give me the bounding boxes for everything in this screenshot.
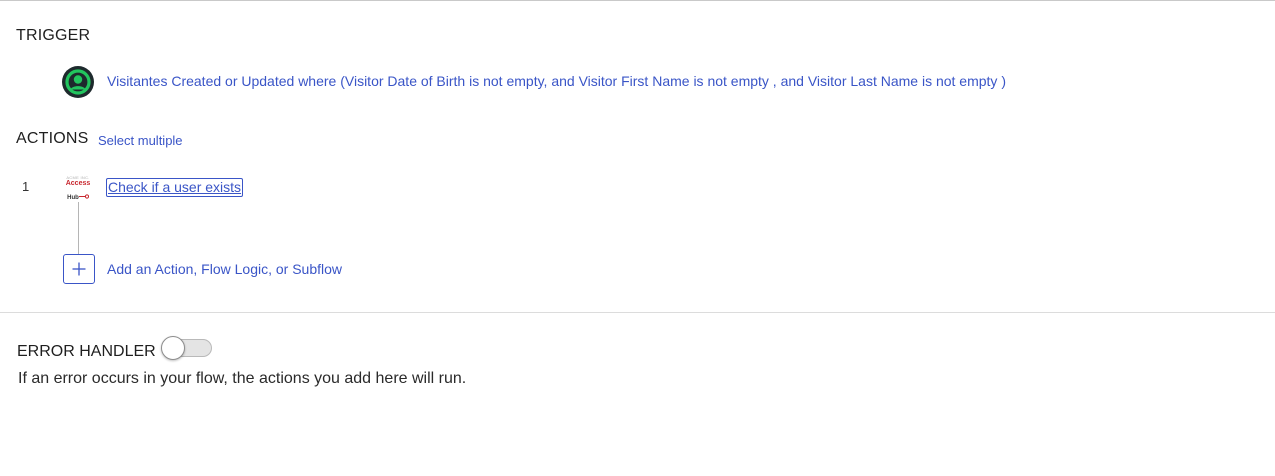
- add-action-link[interactable]: Add an Action, Flow Logic, or Subflow: [107, 261, 342, 277]
- error-handler-toggle[interactable]: [161, 336, 212, 360]
- access-hub-logo-icon: ACME INC. Access Hub: [63, 176, 93, 202]
- person-circle-icon: [62, 66, 94, 98]
- error-handler-heading: ERROR HANDLER: [17, 343, 156, 360]
- toggle-knob: [161, 336, 185, 360]
- add-action-button[interactable]: [63, 254, 95, 284]
- top-divider: [0, 0, 1275, 1]
- error-handler-description: If an error occurs in your flow, the act…: [18, 370, 467, 387]
- trigger-summary-link[interactable]: Visitantes Created or Updated where (Vis…: [107, 73, 1006, 89]
- logo-key-icon: [78, 194, 89, 199]
- flow-connector-line: [78, 202, 79, 254]
- select-multiple-link[interactable]: Select multiple: [98, 133, 183, 148]
- logo-access-text: Access: [65, 180, 91, 187]
- action-step-number: 1: [22, 179, 30, 194]
- actions-heading: ACTIONS: [16, 130, 89, 147]
- action-check-user-exists[interactable]: Check if a user exists: [106, 178, 244, 197]
- plus-icon: [72, 262, 86, 276]
- logo-hub-text: Hub: [67, 195, 79, 201]
- trigger-heading: TRIGGER: [16, 27, 91, 44]
- section-divider: [0, 312, 1275, 313]
